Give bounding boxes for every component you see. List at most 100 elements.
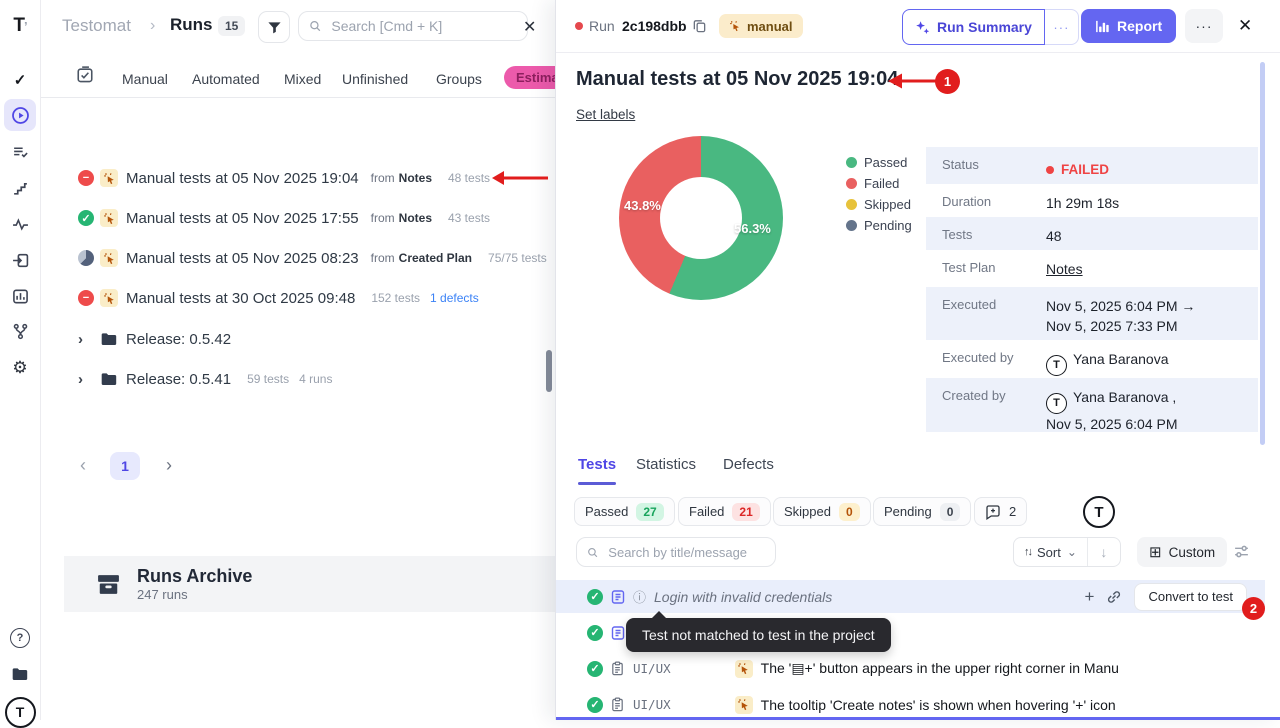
chip-pending[interactable]: Pending0	[873, 497, 971, 526]
legend-item: Failed	[846, 175, 899, 191]
info-row-executed-by: Executed by TYana Baranova	[926, 340, 1258, 378]
filter-funnel-button[interactable]	[258, 11, 290, 43]
copy-icon[interactable]	[692, 18, 707, 33]
in-progress-status-icon	[78, 250, 94, 266]
tab-statistics[interactable]: Statistics	[636, 456, 696, 473]
testomat-logo[interactable]: T’	[4, 10, 36, 42]
set-labels-link[interactable]: Set labels	[576, 107, 635, 122]
tab-defects[interactable]: Defects	[723, 456, 774, 473]
manual-cursor-icon	[100, 249, 118, 267]
chip-failed[interactable]: Failed21	[678, 497, 771, 526]
funnel-icon	[267, 20, 282, 35]
convert-to-test-button[interactable]: Convert to test	[1134, 583, 1247, 611]
runs-search[interactable]	[298, 11, 528, 41]
tab-groups[interactable]: Groups	[436, 71, 482, 87]
close-panel-button[interactable]: ✕	[1238, 16, 1252, 36]
duration-value: 1h 29m 18s	[1046, 184, 1119, 217]
runs-archive-row[interactable]: Runs Archive 247 runs	[64, 556, 555, 612]
annotation-arrow-1-list	[490, 168, 550, 188]
profile-avatar[interactable]: T	[4, 696, 36, 728]
tab-manual[interactable]: Manual	[122, 71, 168, 87]
breadcrumb-app[interactable]: Testomat	[62, 16, 131, 36]
run-row[interactable]: ✓ Manual tests at 05 Nov 2025 17:55 from…	[78, 198, 490, 238]
list-check-icon[interactable]	[4, 136, 36, 168]
branch-icon[interactable]	[4, 315, 36, 347]
run-title: Manual tests at 05 Nov 2025 17:55	[126, 210, 359, 227]
expand-chevron-icon[interactable]: ›	[78, 331, 92, 348]
tab-automated[interactable]: Automated	[192, 71, 260, 87]
active-tab-underline	[578, 482, 616, 485]
breadcrumb-page[interactable]: Runs	[170, 15, 213, 35]
legend-label: Skipped	[864, 197, 911, 212]
arrow-down-icon: ↓	[1100, 544, 1107, 560]
legend-label: Pending	[864, 218, 912, 233]
help-icon[interactable]: ?	[4, 622, 36, 654]
from-label: from	[371, 171, 395, 185]
add-icon[interactable]: +	[1085, 587, 1095, 607]
annotation-arrow-1	[886, 70, 938, 92]
runs-list-panel: Testomat › Runs 15 ✕ Manual Automated Mi…	[40, 0, 555, 720]
chip-passed[interactable]: Passed27	[574, 497, 675, 526]
release-folder-row[interactable]: › Release: 0.5.42	[78, 319, 231, 359]
info-label: Tests	[926, 217, 1046, 250]
release-folder-row[interactable]: › Release: 0.5.41 59 tests 4 runs	[78, 359, 332, 399]
assignee-avatar[interactable]: T	[1083, 496, 1115, 528]
tab-tests[interactable]: Tests	[578, 456, 616, 473]
sort-button[interactable]: ↑↓ Sort ⌄	[1014, 538, 1087, 566]
chip-skipped[interactable]: Skipped0	[773, 497, 871, 526]
archive-count: 247 runs	[137, 587, 252, 602]
runs-play-icon[interactable]	[4, 99, 36, 131]
filters-sliders-icon[interactable]	[1233, 543, 1250, 560]
legend-label: Passed	[864, 155, 907, 170]
search-input[interactable]	[329, 17, 517, 35]
test-row[interactable]: ✓ UI/UX The tooltip 'Create notes' is sh…	[556, 688, 1265, 720]
analytics-icon[interactable]	[4, 280, 36, 312]
sort-direction-button[interactable]: ↓	[1087, 538, 1120, 566]
run-summary-more-button[interactable]: ···	[1045, 9, 1079, 45]
run-row[interactable]: − Manual tests at 05 Nov 2025 19:04 from…	[78, 158, 490, 198]
steps-icon[interactable]	[4, 172, 36, 204]
run-row[interactable]: − Manual tests at 30 Oct 2025 09:48 152 …	[78, 278, 479, 318]
clear-search-button[interactable]: ✕	[523, 17, 536, 37]
info-label: Status	[926, 147, 1046, 184]
list-scrollbar[interactable]	[546, 350, 552, 392]
run-row[interactable]: Manual tests at 05 Nov 2025 08:23 from C…	[78, 238, 547, 278]
manual-badge-label: manual	[747, 19, 793, 34]
folder-icon	[100, 370, 118, 388]
custom-view-button[interactable]: ⊞ Custom	[1137, 537, 1227, 567]
test-row[interactable]: ✓ UI/UX The '▤+' button appears in the u…	[556, 652, 1265, 685]
test-row[interactable]: ✓ ⓘ Login with invalid credentials + Con…	[556, 580, 1265, 613]
detail-scrollbar[interactable]	[1260, 62, 1265, 445]
check-icon[interactable]: ✓	[4, 64, 36, 96]
run-summary-button[interactable]: Run Summary	[902, 9, 1045, 45]
import-run-icon[interactable]	[4, 244, 36, 276]
more-options-button[interactable]: ···	[1185, 9, 1223, 43]
settings-gear-icon[interactable]: ⚙	[4, 352, 36, 384]
docs-folder-icon[interactable]	[4, 658, 36, 690]
tests-search-input[interactable]	[606, 544, 765, 561]
test-tag: UI/UX	[633, 661, 671, 676]
expand-chevron-icon[interactable]: ›	[78, 371, 92, 388]
chip-comments[interactable]: 2	[974, 497, 1027, 526]
tests-search[interactable]	[576, 537, 776, 567]
report-label: Report	[1117, 18, 1162, 34]
test-plan-link[interactable]: Notes	[1046, 250, 1083, 287]
tab-mixed[interactable]: Mixed	[284, 71, 321, 87]
prev-page-button[interactable]: ‹	[80, 455, 86, 476]
activity-pulse-icon[interactable]	[4, 208, 36, 240]
info-row-tests: Tests 48	[926, 217, 1258, 250]
report-button[interactable]: Report	[1081, 9, 1176, 43]
next-page-button[interactable]: ›	[166, 455, 172, 476]
failed-status-icon: −	[78, 170, 94, 186]
link-icon[interactable]	[1106, 589, 1122, 605]
tests-value: 48	[1046, 217, 1062, 250]
page-number-button[interactable]: 1	[110, 452, 140, 480]
legend-dot-skipped	[846, 199, 857, 210]
tab-estimate-badge[interactable]: Estimate	[504, 66, 555, 89]
defects-link[interactable]: 1 defects	[430, 291, 479, 305]
note-icon	[610, 589, 626, 605]
tab-unfinished[interactable]: Unfinished	[342, 71, 408, 87]
annotation-badge-2: 2	[1242, 597, 1265, 620]
donut-chart: 43.8% 56.3%	[619, 136, 783, 300]
select-runs-icon[interactable]	[76, 66, 94, 84]
